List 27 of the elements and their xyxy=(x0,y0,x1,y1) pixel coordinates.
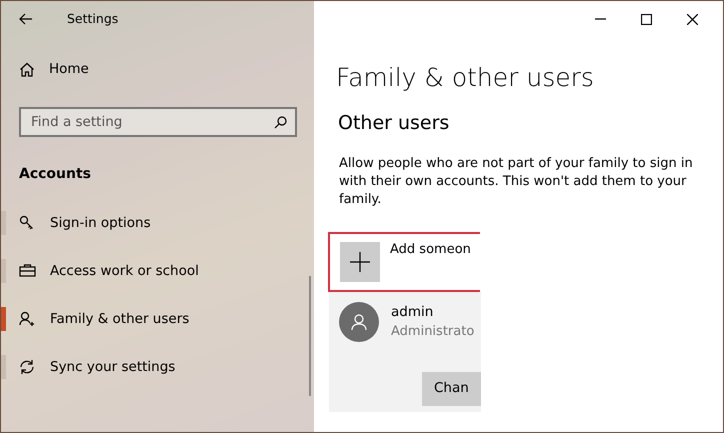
home-nav-item[interactable]: Home xyxy=(1,45,311,93)
nav-item[interactable]: Sync your settings xyxy=(1,343,311,391)
section-heading: Other users xyxy=(338,110,450,136)
description-text: Allow people who are not part of your family to sign in with their own accounts. This won't add them to your family. xyxy=(339,155,694,210)
section-heading: Accounts xyxy=(19,165,92,184)
window-title: Settings xyxy=(67,10,118,28)
user-role: Administrato xyxy=(391,322,474,341)
plus-tile-icon xyxy=(340,242,380,282)
search-field[interactable]: Find a setting xyxy=(29,110,274,134)
page-title: Family & other users xyxy=(336,62,595,94)
nav-item[interactable]: Sign-in options xyxy=(1,199,311,247)
search-icon xyxy=(274,116,287,128)
home-icon xyxy=(19,62,35,76)
back-arrow-icon xyxy=(19,13,33,25)
change-button[interactable]: Chan xyxy=(422,372,481,406)
minimize-icon xyxy=(594,18,606,20)
nav-item[interactable]: Family & other users xyxy=(1,295,311,343)
person-add-icon xyxy=(19,311,36,327)
add-user-button[interactable]: Add someon xyxy=(328,232,480,292)
avatar-icon xyxy=(339,302,379,342)
nav-item[interactable]: Access work or school xyxy=(1,247,311,295)
maximize-icon xyxy=(640,14,652,24)
user-name: admin xyxy=(391,302,434,322)
search-box[interactable]: Find a setting xyxy=(19,107,297,137)
sync-icon xyxy=(19,359,36,375)
close-icon xyxy=(686,14,698,24)
briefcase-icon xyxy=(19,263,36,279)
